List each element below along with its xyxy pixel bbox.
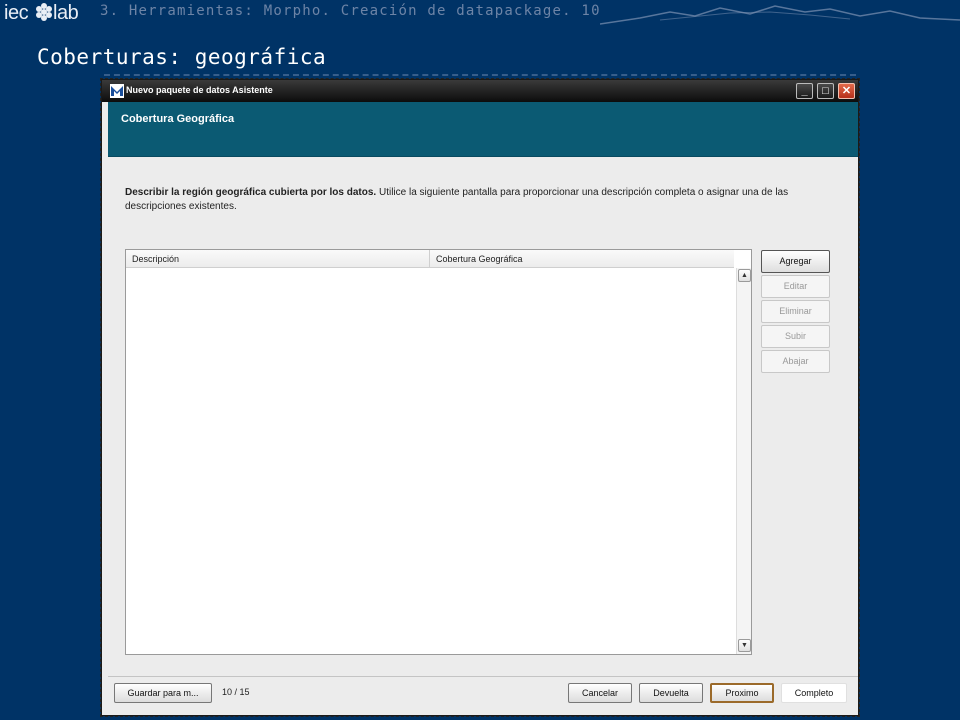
maximize-button[interactable]: □ xyxy=(817,83,834,99)
iecolab-logo: iec lab xyxy=(4,2,79,24)
morpho-app-icon xyxy=(110,84,124,98)
vertical-scrollbar[interactable]: ▲ ▼ xyxy=(736,268,751,654)
add-button[interactable]: Agregar xyxy=(761,250,830,273)
footer-divider xyxy=(108,676,858,677)
edit-button[interactable]: Editar xyxy=(761,275,830,298)
svg-text:iec: iec xyxy=(4,2,29,24)
slide-title: Coberturas: geográfica xyxy=(37,45,327,69)
column-header-description[interactable]: Descripción xyxy=(132,254,179,264)
slide-breadcrumb: 3. Herramientas: Morpho. Creación de dat… xyxy=(100,3,601,19)
minimize-button[interactable]: _ xyxy=(796,83,813,99)
close-button[interactable]: ✕ xyxy=(838,83,855,99)
move-up-button[interactable]: Subir xyxy=(761,325,830,348)
finish-button[interactable]: Completo xyxy=(781,683,847,703)
mountain-silhouette xyxy=(600,5,960,25)
svg-text:lab: lab xyxy=(53,2,79,24)
step-title: Cobertura Geográfica xyxy=(121,113,235,125)
table-header: Descripción Cobertura Geográfica xyxy=(126,250,734,268)
back-button[interactable]: Devuelta xyxy=(639,683,703,703)
window-titlebar[interactable]: Nuevo paquete de datos Asistente _ □ ✕ xyxy=(102,80,858,102)
instructions-bold: Describir la región geográfica cubierta … xyxy=(125,187,377,198)
step-banner: Cobertura Geográfica xyxy=(108,102,858,157)
instructions: Describir la región geográfica cubierta … xyxy=(125,186,825,214)
scroll-down-icon[interactable]: ▼ xyxy=(738,639,751,652)
page-counter: 10 / 15 xyxy=(222,687,250,697)
save-later-button[interactable]: Guardar para m... xyxy=(114,683,212,703)
cancel-button[interactable]: Cancelar xyxy=(568,683,632,703)
move-down-button[interactable]: Abajar xyxy=(761,350,830,373)
column-header-geographic-coverage[interactable]: Cobertura Geográfica xyxy=(436,254,523,264)
next-button[interactable]: Proximo xyxy=(710,683,774,703)
window-title: Nuevo paquete de datos Asistente xyxy=(126,85,273,95)
coverage-table[interactable]: Descripción Cobertura Geográfica ▲ ▼ xyxy=(125,249,752,655)
wizard-window: Nuevo paquete de datos Asistente _ □ ✕ C… xyxy=(100,78,860,717)
scroll-up-icon[interactable]: ▲ xyxy=(738,269,751,282)
delete-button[interactable]: Eliminar xyxy=(761,300,830,323)
column-divider[interactable] xyxy=(429,250,430,268)
